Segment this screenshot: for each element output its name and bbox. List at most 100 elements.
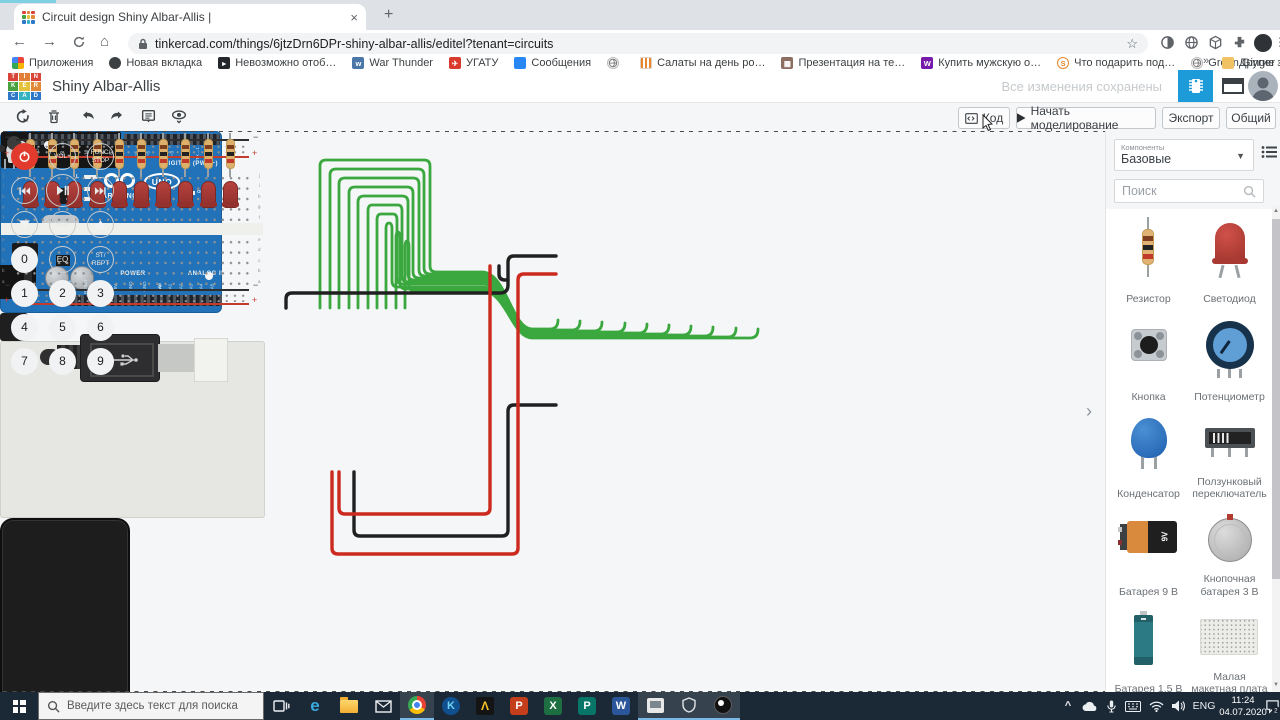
black-ground-wires[interactable] <box>284 254 558 538</box>
remote-key-9[interactable]: 9 <box>87 348 114 375</box>
remote-key-8[interactable]: 8 <box>49 348 76 375</box>
bookmark-item[interactable]: Новая вкладка <box>109 57 202 69</box>
home-icon[interactable]: ⌂ <box>100 33 109 50</box>
scroll-up-icon[interactable]: ▲ <box>1272 208 1280 214</box>
remote-next-button[interactable] <box>87 177 114 204</box>
back-icon[interactable]: ← <box>12 33 27 50</box>
red-power-wires[interactable] <box>330 264 558 556</box>
component-item-capacitor[interactable]: Конденсатор <box>1108 406 1189 504</box>
panel-collapse-chevron[interactable]: › <box>1086 401 1092 422</box>
resistor[interactable] <box>225 139 235 169</box>
remote-prev-button[interactable] <box>11 177 38 204</box>
component-item-battery-9v[interactable]: 9V Батарея 9 В <box>1108 504 1189 602</box>
remote-down-button[interactable] <box>11 211 38 238</box>
onedrive-cloud-icon[interactable] <box>1080 692 1100 720</box>
resistor[interactable] <box>158 139 168 169</box>
led[interactable] <box>199 181 217 208</box>
browser-profile-avatar[interactable] <box>1254 34 1272 52</box>
circuit-canvas[interactable]: AREFGND 1312 ~11~10 ~98 7~6 ~54 ~32 TX→1… <box>0 131 1280 692</box>
tab-close-icon[interactable]: × <box>350 10 358 25</box>
taskbar-word[interactable]: W <box>604 692 638 720</box>
address-bar[interactable]: tinkercad.com/things/6jtzDrn6DPr-shiny-a… <box>128 33 1148 54</box>
list-view-icon[interactable] <box>1261 145 1277 159</box>
remote-key-2[interactable]: 2 <box>49 280 76 307</box>
taskbar-antivirus[interactable]: Λ <box>468 692 502 720</box>
tinkercad-logo[interactable]: TIN KER CAD <box>8 73 41 100</box>
taskbar-file-explorer[interactable] <box>332 692 366 720</box>
browser-tab[interactable]: Circuit design Shiny Albar-Allis | × <box>14 4 366 30</box>
action-center-icon[interactable]: 2 <box>1264 692 1280 720</box>
remote-key-6[interactable]: 6 <box>87 314 114 341</box>
redo-icon[interactable] <box>108 108 125 124</box>
led[interactable] <box>132 181 150 208</box>
remote-key-1[interactable]: 1 <box>11 280 38 307</box>
led[interactable] <box>110 181 128 208</box>
remote-play-pause-button[interactable] <box>46 174 79 207</box>
resistor[interactable] <box>203 139 213 169</box>
led[interactable] <box>176 181 194 208</box>
component-item-pushbutton[interactable]: Кнопка <box>1108 309 1189 407</box>
taskbar-chrome[interactable] <box>400 692 434 720</box>
component-item-battery-aa[interactable]: Батарея 1,5 В <box>1108 601 1189 699</box>
export-button[interactable]: Экспорт <box>1162 107 1220 129</box>
component-item-slide-switch[interactable]: Ползунковый переключатель <box>1189 406 1270 504</box>
remote-key-4[interactable]: 4 <box>11 314 38 341</box>
taskbar-security-app[interactable] <box>672 692 706 720</box>
extension-cube-icon[interactable] <box>1208 35 1223 50</box>
remote-up-button[interactable] <box>87 211 114 238</box>
remote-func-stop-button[interactable]: FUNC/ STOP <box>87 143 114 170</box>
taskbar-search-input[interactable]: Введите здесь текст для поиска <box>38 692 264 720</box>
bookmarks-overflow-chevron[interactable]: » <box>1203 55 1209 67</box>
language-indicator[interactable]: ENG <box>1190 692 1218 720</box>
other-bookmarks[interactable]: Другие закладки <box>1222 57 1280 69</box>
led[interactable] <box>154 181 172 208</box>
share-button[interactable]: Общий <box>1226 107 1276 129</box>
taskbar-task-view[interactable] <box>264 692 298 720</box>
touch-keyboard-icon[interactable] <box>1122 692 1144 720</box>
component-item-coin-cell[interactable]: Кнопочная батарея 3 В <box>1189 504 1270 602</box>
resistor[interactable] <box>180 139 190 169</box>
forward-icon[interactable]: → <box>42 33 57 50</box>
remote-power-button[interactable] <box>11 143 38 170</box>
taskbar-remote-app[interactable] <box>638 692 672 720</box>
extensions-puzzle-icon[interactable] <box>1232 35 1247 50</box>
start-simulation-button[interactable]: Начать моделирование <box>1016 104 1156 132</box>
bookmark-item[interactable]: ✈ УГАТУ <box>448 57 498 69</box>
bookmark-apps[interactable]: Приложения <box>12 57 93 69</box>
led[interactable] <box>221 181 239 208</box>
ir-remote[interactable]: VOL+ FUNC/ STOP VOL- 0 EQ ST/ REPT 1 2 3… <box>0 143 130 692</box>
taskbar-powerpoint[interactable]: P <box>502 692 536 720</box>
bookmark-item[interactable]: ▦ Презентация на те… <box>781 57 905 69</box>
reload-icon[interactable] <box>72 35 86 49</box>
taskbar-mail[interactable] <box>366 692 400 720</box>
taskbar-publisher[interactable]: P <box>570 692 604 720</box>
wifi-icon[interactable] <box>1146 692 1166 720</box>
component-search-input[interactable]: Поиск <box>1114 179 1264 203</box>
delete-icon[interactable] <box>46 108 62 125</box>
component-item-small-breadboard[interactable]: Малая макетная плата <box>1189 601 1270 699</box>
taskbar-clock[interactable]: 11:24 04.07.2020 <box>1218 695 1268 719</box>
resistor[interactable] <box>114 139 124 169</box>
bookmark-item[interactable]: Сообщения <box>514 57 591 69</box>
bookmark-item[interactable]: Салаты на день ро… <box>640 57 765 69</box>
browser-menu-icon[interactable]: ⋮ <box>1274 35 1280 49</box>
rotate-icon[interactable] <box>14 108 31 125</box>
remote-key-3[interactable]: 3 <box>87 280 114 307</box>
bookmark-item[interactable]: w War Thunder <box>352 57 433 69</box>
design-title[interactable]: Shiny Albar-Allis <box>52 78 160 95</box>
microphone-icon[interactable] <box>1102 692 1120 720</box>
components-category-dropdown[interactable]: Компоненты Базовые ▼ <box>1114 139 1254 171</box>
new-tab-button[interactable]: + <box>384 6 393 24</box>
taskbar-edge[interactable]: e <box>298 692 332 720</box>
remote-key-7[interactable]: 7 <box>11 348 38 375</box>
remote-eq-button[interactable]: EQ <box>49 246 76 273</box>
circuits-view-button[interactable] <box>1178 70 1213 102</box>
remote-st-rept-button[interactable]: ST/ REPT <box>87 246 114 273</box>
component-item-led[interactable]: Светодиод <box>1189 211 1270 309</box>
taskbar-obs[interactable] <box>706 692 740 720</box>
bookmark-star-icon[interactable]: ☆ <box>1126 36 1138 52</box>
green-signal-wires[interactable] <box>318 158 760 340</box>
extension-circle-icon[interactable] <box>1160 35 1175 50</box>
user-avatar[interactable] <box>1248 71 1278 101</box>
remote-vol-down-button[interactable]: VOL- <box>49 211 76 238</box>
